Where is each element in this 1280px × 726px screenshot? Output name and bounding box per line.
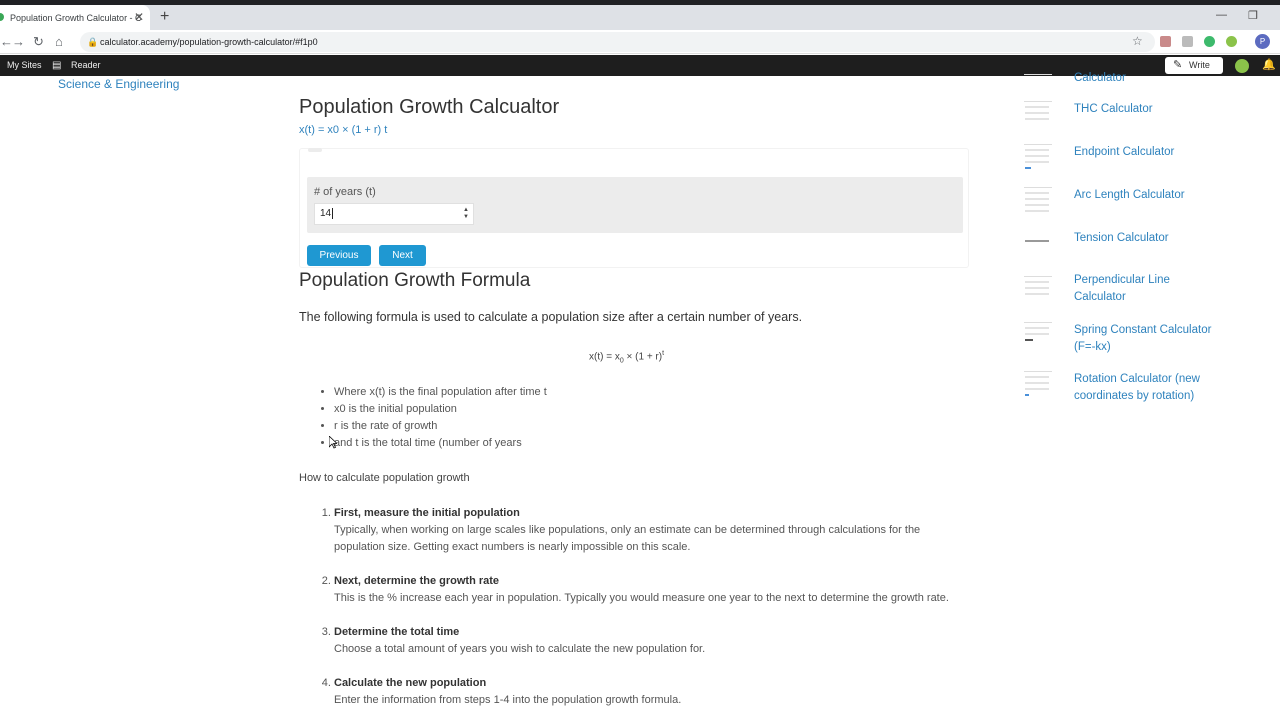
browser-tab[interactable]: Population Growth Calculator - C ✕ (0, 5, 150, 30)
science-engineering-link[interactable]: Science & Engineering (58, 77, 179, 91)
step-title: Determine the total time (334, 626, 460, 638)
calculator-thumbnail (1024, 322, 1052, 346)
step-item: Determine the total time Choose a total a… (334, 624, 964, 658)
step-item: First, measure the initial population Typ… (334, 505, 964, 556)
step-body: This is the % increase each year in popu… (334, 592, 949, 604)
years-input[interactable]: 14 ▲ ▼ (314, 203, 474, 225)
calculator-thumbnail (1024, 187, 1052, 212)
minimize-icon[interactable]: — (1216, 9, 1227, 21)
list-item: x0 is the initial population (334, 403, 547, 420)
url-text: calculator.academy/population-growth-cal… (100, 37, 318, 47)
sidebar-item-label[interactable]: Arc Length Calculator (1074, 187, 1224, 204)
step-body: Typically, when working on large scales … (334, 524, 921, 553)
intro-text: The following formula is used to calcula… (299, 310, 803, 324)
form-progress-indicator (308, 148, 322, 152)
favicon-icon (0, 13, 4, 21)
reader-link[interactable]: Reader (71, 60, 101, 70)
previous-button[interactable]: Previous (307, 245, 371, 266)
sidebar-item-label[interactable]: Rotation Calculator (new coordinates by … (1074, 371, 1224, 405)
extension-icon[interactable] (1182, 36, 1193, 47)
calculator-thumbnail (1024, 144, 1052, 169)
step-item: Next, determine the growth rate This is t… (334, 573, 964, 607)
sidebar-item-label[interactable]: Tension Calculator (1074, 230, 1224, 247)
step-title: Next, determine the growth rate (334, 575, 500, 587)
bookmark-star-icon[interactable]: ☆ (1132, 34, 1143, 48)
calculator-thumbnail (1024, 232, 1052, 256)
extension-icon[interactable] (1226, 36, 1237, 47)
years-input-value: 14 (320, 208, 332, 219)
mouse-cursor-icon (329, 436, 337, 449)
profile-avatar[interactable]: P (1255, 34, 1270, 49)
step-title: First, measure the initial population (334, 507, 520, 519)
step-body: Enter the information from steps 1-4 int… (334, 694, 682, 706)
sidebar-item-label[interactable]: Endpoint Calculator (1074, 144, 1224, 161)
sidebar-item-label[interactable]: Perpendicular Line Calculator (1074, 272, 1224, 306)
reader-icon: ▤ (52, 60, 62, 71)
sidebar-item-label[interactable]: THC Calculator (1074, 101, 1224, 118)
browser-toolbar: ← → ↻ ⌂ 🔒 calculator.academy/population-… (0, 30, 1280, 54)
new-tab-icon[interactable]: + (160, 8, 169, 26)
write-label: Write (1189, 60, 1210, 70)
restore-icon[interactable]: ❐ (1248, 9, 1258, 22)
close-tab-icon[interactable]: ✕ (134, 10, 144, 24)
calculator-thumbnail (1024, 371, 1052, 396)
variable-definitions: Where x(t) is the final population after… (334, 386, 547, 454)
next-button[interactable]: Next (379, 245, 426, 266)
calculator-thumbnail (1024, 276, 1052, 300)
list-item: Where x(t) is the final population after… (334, 386, 547, 403)
grammarly-icon[interactable] (1204, 36, 1215, 47)
step-title: Calculate the new population (334, 677, 487, 689)
formula-link[interactable]: x(t) = x0 × (1 + r) t (299, 124, 969, 136)
reload-icon[interactable]: ↻ (33, 34, 44, 50)
extension-icon[interactable] (1160, 36, 1171, 47)
sidebar-item-label[interactable]: Spring Constant Calculator (F=-kx) (1074, 322, 1224, 356)
browser-tab-bar: Population Growth Calculator - C ✕ + — ❐ (0, 0, 1280, 30)
number-spinner-icon[interactable]: ▲ ▼ (463, 207, 469, 221)
calculator-thumbnail (1024, 74, 1052, 80)
formula-heading: Population Growth Formula (299, 270, 531, 291)
address-bar[interactable]: 🔒 calculator.academy/population-growth-c… (80, 32, 1155, 52)
formula-equation: x(t) = x0 × (1 + r)t (589, 350, 665, 365)
home-icon[interactable]: ⌂ (55, 34, 63, 49)
field-group: # of years (t) 14 ▲ ▼ (307, 177, 963, 233)
step-body: Choose a total amount of years you wish … (334, 643, 706, 655)
list-item: r is the rate of growth (334, 420, 547, 437)
page-title: Population Growth Calcualtor (299, 96, 560, 118)
sidebar-item-label[interactable]: Calculator (1074, 70, 1224, 87)
list-item: and t is the total time (number of years (334, 437, 547, 454)
my-sites-link[interactable]: My Sites (7, 60, 42, 70)
steps-list: First, measure the initial population Typ… (334, 505, 964, 726)
forward-icon[interactable]: → (12, 34, 25, 49)
lock-icon: 🔒 (87, 37, 99, 47)
step-item: Calculate the new population Enter the in… (334, 675, 964, 709)
tab-title: Population Growth Calculator - C (10, 12, 142, 23)
years-field-label: # of years (t) (314, 186, 376, 198)
user-avatar[interactable] (1235, 59, 1249, 73)
calculator-thumbnail (1024, 101, 1052, 125)
calculator-form: # of years (t) 14 ▲ ▼ Previous Next (299, 148, 969, 268)
how-to-heading: How to calculate population growth (299, 472, 470, 484)
notifications-icon[interactable]: 🔔 (1262, 58, 1276, 71)
main-content: Population Growth Calcualtor x(t) = x0 ×… (299, 96, 969, 706)
